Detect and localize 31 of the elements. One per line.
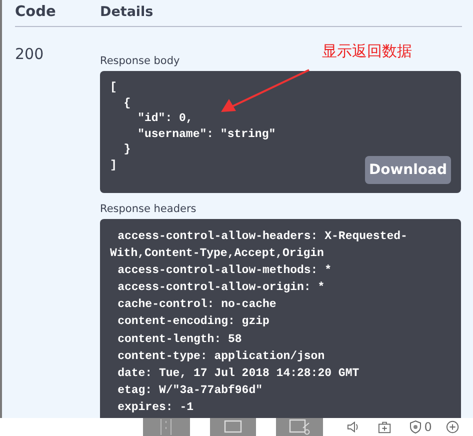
speaker-icon[interactable] bbox=[347, 420, 360, 434]
header-line: etag: W/"3a-77abf96d" bbox=[116, 382, 263, 399]
body-label: Response body bbox=[100, 55, 180, 67]
window-icon bbox=[224, 420, 242, 434]
column-header: Details bbox=[100, 4, 154, 20]
status-code: 200 bbox=[15, 44, 45, 63]
code-line: "id": 0, bbox=[136, 111, 193, 126]
add-box-icon[interactable] bbox=[378, 420, 392, 434]
header-line: content-encoding: gzip bbox=[116, 314, 270, 330]
code-line: "username": "string" bbox=[136, 126, 276, 142]
split-view-icon bbox=[158, 419, 174, 435]
header-line: content-length: 58 bbox=[116, 332, 242, 348]
header-line: access-control-allow-origin: * bbox=[116, 280, 325, 296]
code-line: } bbox=[122, 142, 131, 158]
code-line: [ bbox=[110, 80, 117, 96]
header-line: content-type: application/json bbox=[116, 348, 325, 365]
blocked-count: 0 bbox=[424, 420, 432, 434]
header-line: date: Tue, 17 Jul 2018 14:28:20 GMT bbox=[116, 366, 360, 382]
shield-icon[interactable] bbox=[409, 420, 422, 434]
headers-label: Response headers bbox=[100, 203, 196, 215]
code-line: { bbox=[122, 96, 131, 111]
header-line: expires: -1 bbox=[116, 400, 194, 416]
annotation-text: 显示返回数据 bbox=[322, 42, 412, 61]
screenshot-icon bbox=[288, 419, 311, 435]
download-button[interactable]: Download bbox=[364, 156, 451, 184]
header-line: access-control-allow-methods: * bbox=[116, 263, 332, 280]
zoom-in-icon[interactable] bbox=[446, 420, 459, 434]
header-line: cache-control: no-cache bbox=[116, 297, 276, 314]
code-line: ] bbox=[110, 158, 117, 173]
window-button[interactable] bbox=[210, 418, 256, 436]
column-header: Code bbox=[15, 4, 57, 20]
